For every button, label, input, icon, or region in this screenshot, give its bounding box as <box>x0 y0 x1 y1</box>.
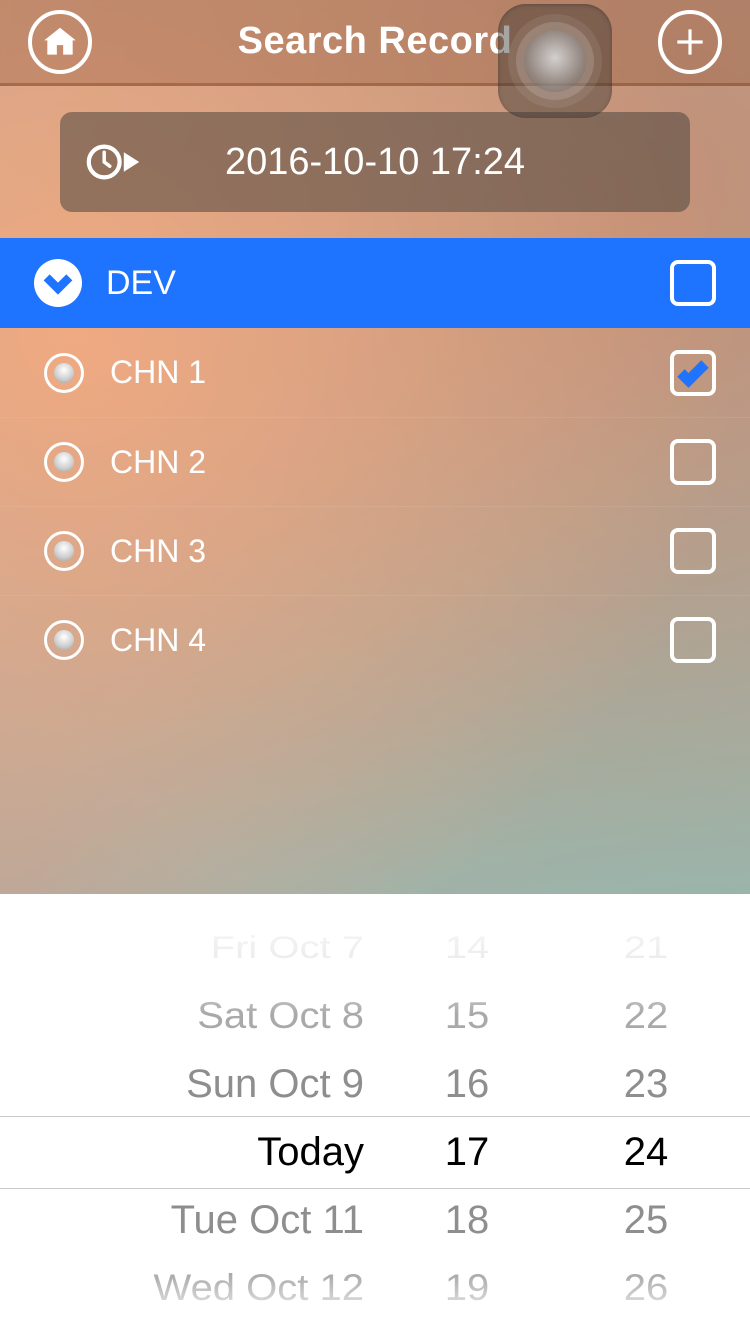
picker-row[interactable]: Sun Oct 9 <box>0 1050 392 1118</box>
picker-minute-column[interactable]: 20 21 2223242526 27 <box>542 894 750 1334</box>
channel-row[interactable]: CHN 1 <box>0 328 750 417</box>
channel-list: CHN 1 CHN 2 CHN 3 CHN 4 <box>0 328 750 684</box>
clock-play-icon <box>86 139 142 185</box>
channel-checkbox[interactable] <box>670 528 716 574</box>
channel-row[interactable]: CHN 3 <box>0 506 750 595</box>
picker-row[interactable]: Today <box>0 1118 392 1186</box>
picker-date-column[interactable]: Thu Oct 6 Fri Oct 7 Sat Oct 8Sun Oct 9Toda… <box>0 894 392 1334</box>
add-button[interactable] <box>658 10 722 74</box>
channel-row[interactable]: CHN 4 <box>0 595 750 684</box>
picker-row[interactable]: 19 <box>392 1257 542 1320</box>
plus-icon <box>671 23 709 61</box>
picker-row[interactable]: 18 <box>392 1186 542 1254</box>
check-icon <box>675 355 711 391</box>
picker-row[interactable]: Wed Oct 12 <box>0 1257 392 1320</box>
camera-icon <box>44 620 84 660</box>
assistive-touch[interactable] <box>498 4 612 118</box>
device-name: DEV <box>106 264 670 303</box>
channel-checkbox[interactable] <box>670 439 716 485</box>
picker-row[interactable]: 26 <box>542 1257 750 1320</box>
picker-row[interactable]: 22 <box>542 985 750 1048</box>
picker-row[interactable]: Thu Oct 6 <box>0 894 392 900</box>
picker-row[interactable]: 27 <box>542 1329 750 1334</box>
channel-checkbox[interactable] <box>670 350 716 396</box>
channel-name: CHN 1 <box>110 354 670 391</box>
device-row[interactable]: DEV <box>0 238 750 328</box>
channel-name: CHN 3 <box>110 533 670 570</box>
picker-row[interactable]: Tue Oct 11 <box>0 1186 392 1254</box>
picker-row[interactable]: 13 <box>392 894 542 900</box>
picker-row[interactable]: 20 <box>392 1329 542 1334</box>
camera-icon <box>44 442 84 482</box>
datetime-picker[interactable]: Thu Oct 6 Fri Oct 7 Sat Oct 8Sun Oct 9Toda… <box>0 894 750 1334</box>
datetime-selector[interactable]: 2016-10-10 17:24 <box>60 112 690 212</box>
picker-row[interactable]: 24 <box>542 1118 750 1186</box>
device-checkbox[interactable] <box>670 260 716 306</box>
picker-row[interactable]: Sat Oct 8 <box>0 985 392 1048</box>
expand-toggle[interactable] <box>34 259 82 307</box>
header-bar: Search Record <box>0 0 750 86</box>
picker-row[interactable]: 23 <box>542 1050 750 1118</box>
picker-hour-column[interactable]: 13 14 1516171819 20 <box>392 894 542 1334</box>
picker-row[interactable]: 14 <box>392 921 542 974</box>
picker-row[interactable]: Thu Oct 13 <box>0 1329 392 1334</box>
picker-row[interactable]: Fri Oct 7 <box>0 921 392 974</box>
picker-row[interactable]: 20 <box>542 894 750 900</box>
camera-icon <box>44 531 84 571</box>
picker-row[interactable]: 21 <box>542 921 750 974</box>
datetime-value: 2016-10-10 17:24 <box>142 141 664 184</box>
channel-name: CHN 2 <box>110 444 670 481</box>
picker-row[interactable]: 17 <box>392 1118 542 1186</box>
picker-row[interactable]: 15 <box>392 985 542 1048</box>
home-button[interactable] <box>28 10 92 74</box>
picker-row[interactable]: 16 <box>392 1050 542 1118</box>
channel-row[interactable]: CHN 2 <box>0 417 750 506</box>
chevron-down-icon <box>41 266 75 300</box>
camera-icon <box>44 353 84 393</box>
picker-row[interactable]: 25 <box>542 1186 750 1254</box>
home-icon <box>41 23 79 61</box>
channel-name: CHN 4 <box>110 622 670 659</box>
channel-checkbox[interactable] <box>670 617 716 663</box>
